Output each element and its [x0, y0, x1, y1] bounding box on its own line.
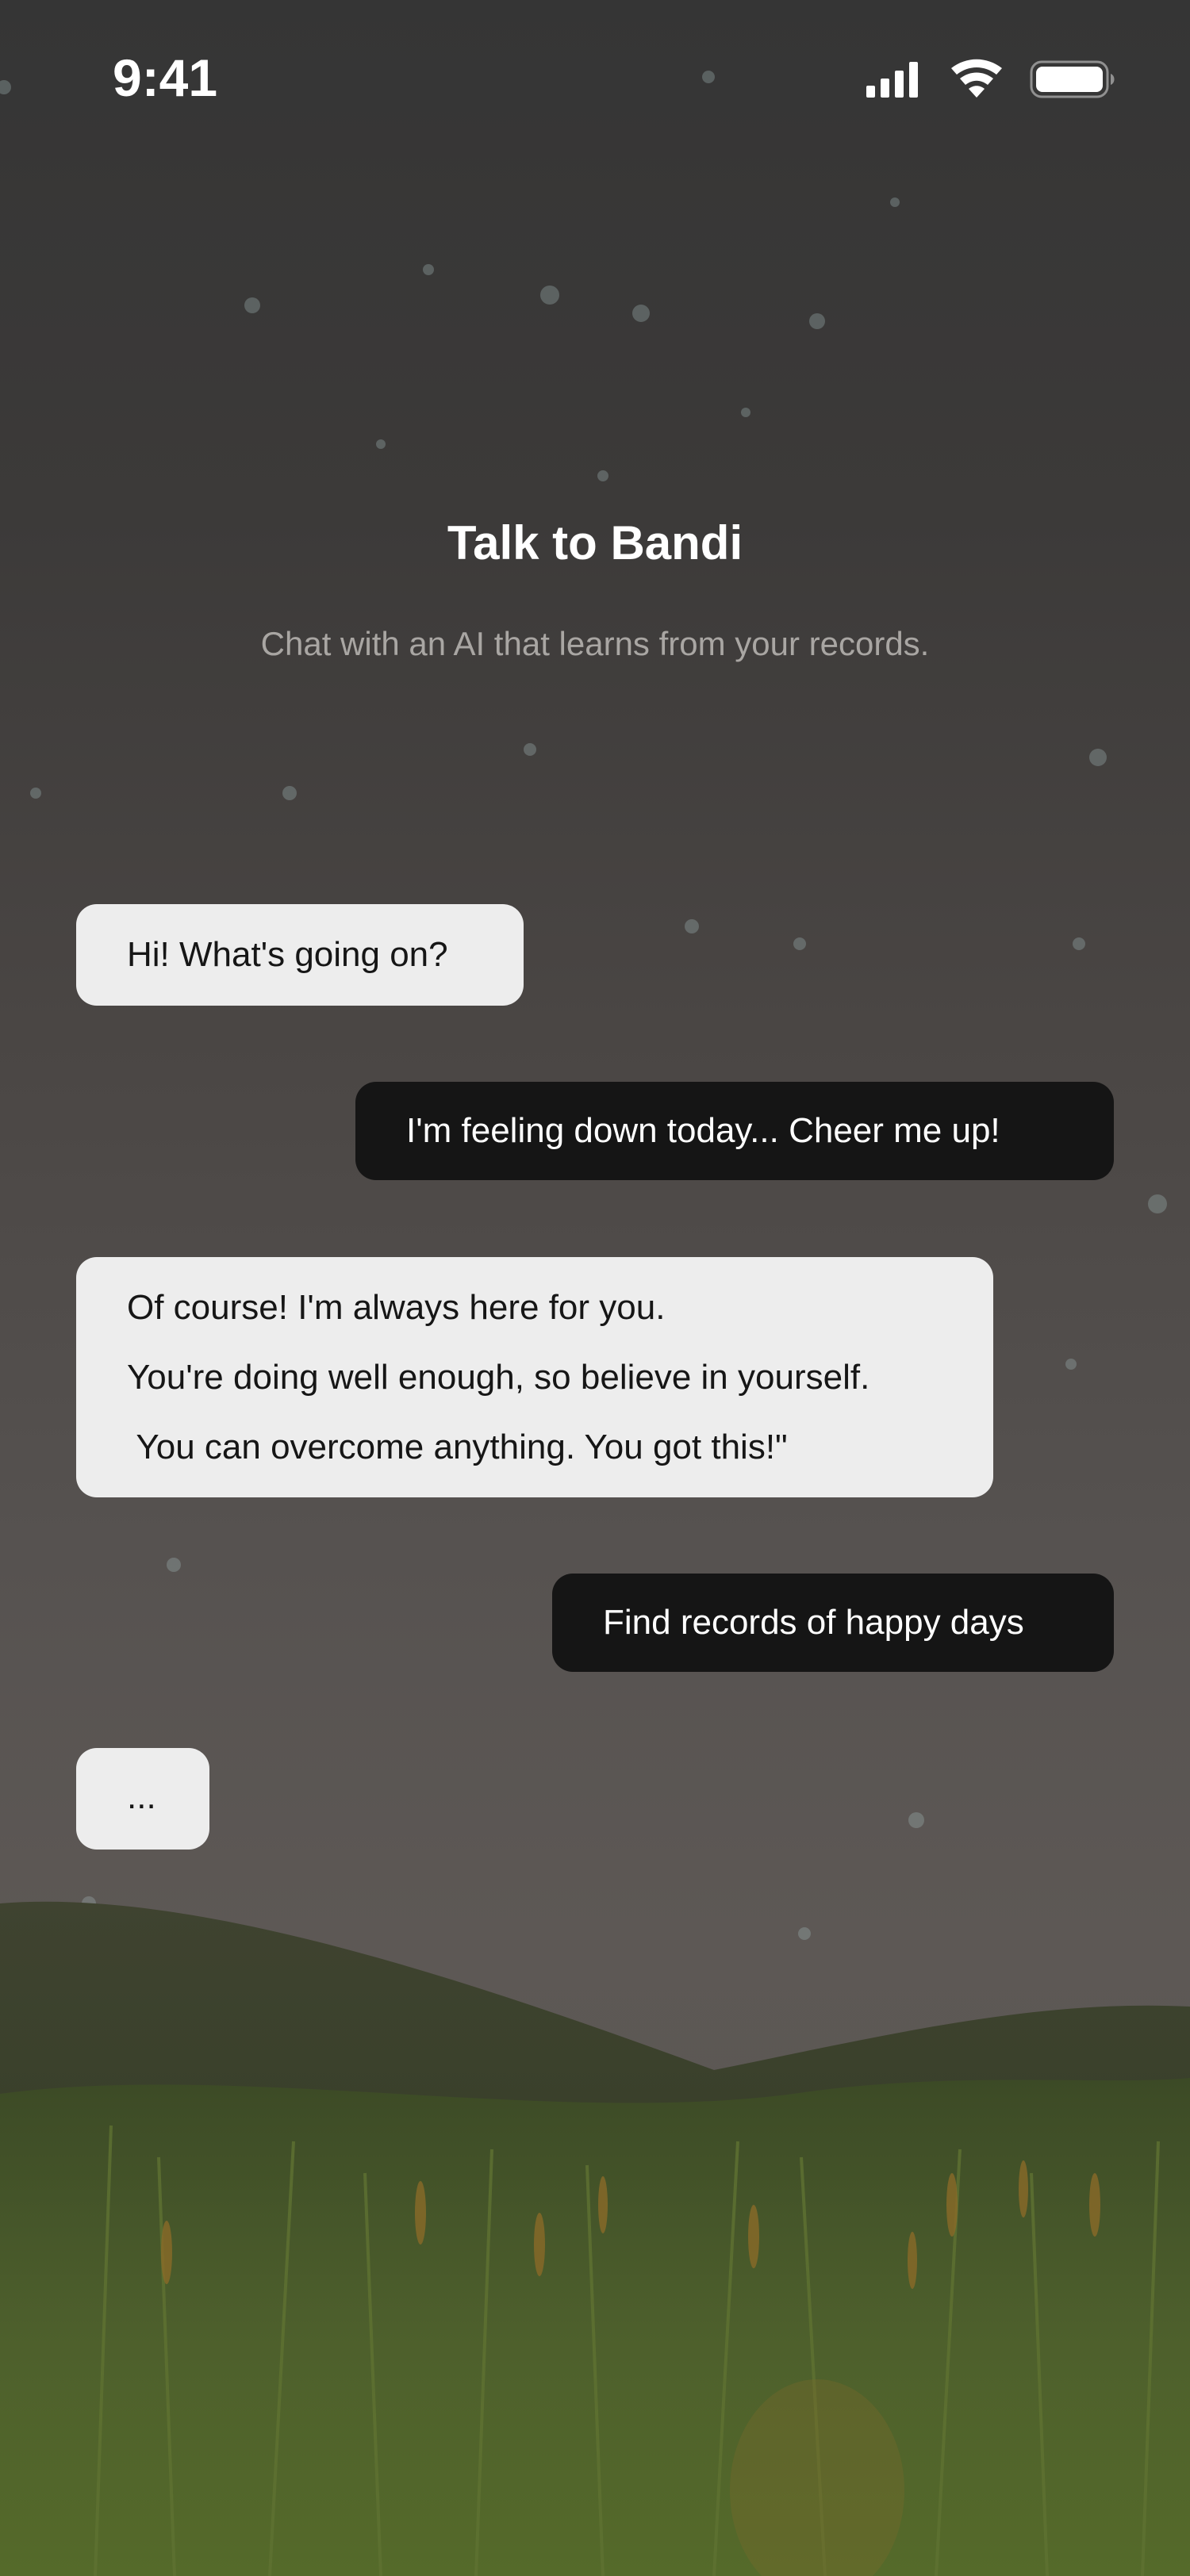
- wifi-icon: [951, 59, 1002, 98]
- message-text-line: You're doing well enough, so believe in …: [127, 1358, 870, 1397]
- bot-message-bubble: Of course! I'm always here for you. You'…: [76, 1257, 993, 1497]
- message-text: Find records of happy days: [603, 1603, 1024, 1642]
- battery-icon: [1030, 60, 1115, 98]
- status-icons: [866, 59, 1115, 98]
- typing-indicator-bubble: ...: [76, 1748, 209, 1850]
- message-text: Hi! What's going on?: [127, 935, 448, 974]
- typing-indicator: ...: [127, 1777, 156, 1816]
- status-time: 9:41: [113, 48, 218, 107]
- user-message-bubble: I'm feeling down today... Cheer me up!: [355, 1082, 1114, 1180]
- cellular-signal-icon: [866, 62, 918, 98]
- status-bar: 9:41: [0, 0, 1190, 167]
- page-subtitle: Chat with an AI that learns from your re…: [260, 625, 930, 662]
- message-text: I'm feeling down today... Cheer me up!: [406, 1111, 1000, 1150]
- page-title: Talk to Bandi: [447, 516, 743, 569]
- message-text-line: You can overcome anything. You got this!…: [127, 1428, 788, 1466]
- message-text-line: Of course! I'm always here for you.: [127, 1288, 666, 1327]
- user-message-bubble: Find records of happy days: [552, 1574, 1114, 1672]
- bot-message-bubble: Hi! What's going on?: [76, 904, 524, 1006]
- meadow-landscape: [0, 1901, 1190, 2576]
- chat-screen: 9:41 Talk to Bandi Chat with an AI that …: [0, 0, 1190, 2576]
